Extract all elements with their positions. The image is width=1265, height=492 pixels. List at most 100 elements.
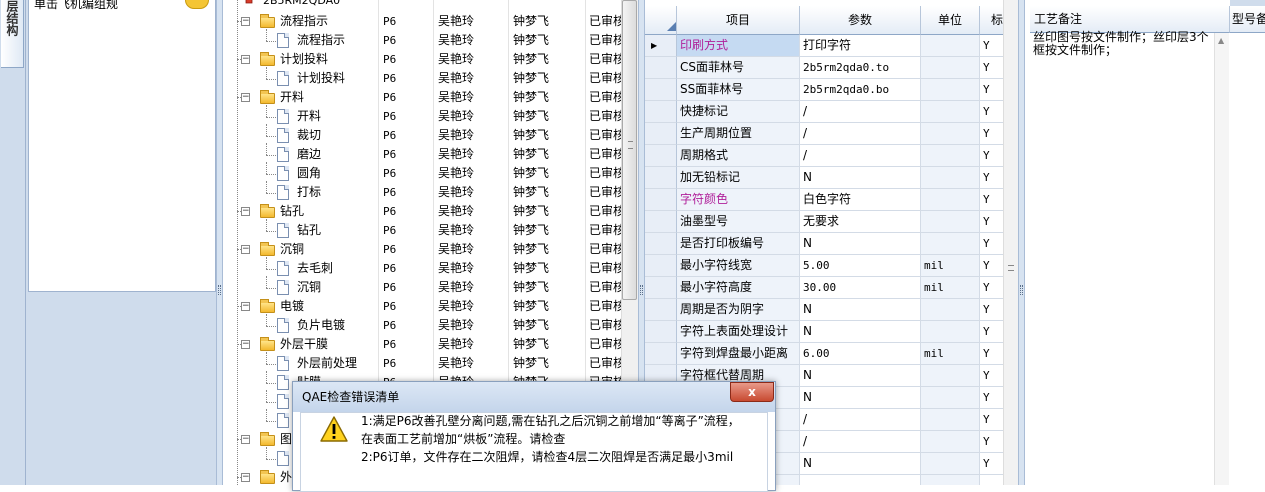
tree-folder-row[interactable]: − 流程指示 P6 吴艳玲 钟梦飞 已审核: [223, 12, 621, 31]
param-item-cell[interactable]: 是否打印板编号: [677, 233, 800, 255]
param-item-cell[interactable]: 字符到焊盘最小距离: [677, 343, 800, 365]
param-unit-cell[interactable]: [921, 189, 980, 211]
column-header-unit[interactable]: 单位: [921, 6, 980, 35]
param-item-cell[interactable]: 周期是否为阴字: [677, 299, 800, 321]
param-unit-cell[interactable]: [921, 57, 980, 79]
param-value-cell[interactable]: N: [800, 299, 921, 321]
param-value-cell[interactable]: N: [800, 453, 921, 475]
tree-step-row[interactable]: 外层前处理 P6 吴艳玲 钟梦飞 已审核: [223, 352, 621, 373]
tree-step-row[interactable]: 计划投料 P6 吴艳玲 钟梦飞 已审核: [223, 67, 621, 88]
tree-folder-row[interactable]: − 电镀 P6 吴艳玲 钟梦飞 已审核: [223, 297, 621, 316]
param-item-cell[interactable]: 快捷标记: [677, 101, 800, 123]
param-item-cell[interactable]: 油墨型号: [677, 211, 800, 233]
param-item-cell[interactable]: 字符颜色: [677, 189, 800, 211]
param-item-cell[interactable]: SS面菲林号: [677, 79, 800, 101]
row-indicator[interactable]: [645, 211, 677, 233]
row-indicator[interactable]: [645, 255, 677, 277]
param-unit-cell[interactable]: [921, 387, 980, 409]
param-row[interactable]: 快捷标记 / Y: [645, 101, 1015, 123]
param-unit-cell[interactable]: [921, 453, 980, 475]
collapse-icon[interactable]: −: [241, 473, 250, 482]
param-unit-cell[interactable]: [921, 145, 980, 167]
param-row[interactable]: 周期格式 / Y: [645, 145, 1015, 167]
row-indicator[interactable]: [645, 57, 677, 79]
tree-folder-row[interactable]: − 沉铜 P6 吴艳玲 钟梦飞 已审核: [223, 240, 621, 259]
param-value-cell[interactable]: 2b5rm2qda0.bo: [800, 79, 921, 101]
param-value-cell[interactable]: 无要求: [800, 211, 921, 233]
param-unit-cell[interactable]: [921, 431, 980, 453]
row-indicator[interactable]: [645, 79, 677, 101]
param-row[interactable]: 最小字符高度 30.00 mil Y: [645, 277, 1015, 299]
collapse-icon[interactable]: −: [241, 435, 250, 444]
dialog-close-button[interactable]: x: [730, 382, 774, 402]
collapse-icon[interactable]: −: [241, 93, 250, 102]
tree-step-row[interactable]: 流程指示 P6 吴艳玲 钟梦飞 已审核: [223, 29, 621, 50]
collapse-icon[interactable]: −: [241, 17, 250, 26]
param-value-cell[interactable]: /: [800, 123, 921, 145]
param-value-cell[interactable]: N: [800, 387, 921, 409]
collapse-icon[interactable]: −: [241, 245, 250, 254]
splitter-right[interactable]: [1018, 0, 1025, 485]
tree-step-row[interactable]: 磨边 P6 吴艳玲 钟梦飞 已审核: [223, 143, 621, 164]
param-value-cell[interactable]: N: [800, 365, 921, 387]
param-row[interactable]: ▶ 印刷方式 打印字符 Y: [645, 35, 1015, 57]
row-indicator[interactable]: [645, 167, 677, 189]
param-row[interactable]: 字符颜色 白色字符 Y: [645, 189, 1015, 211]
param-value-cell[interactable]: N: [800, 233, 921, 255]
tree-scrollbar-thumb[interactable]: [622, 0, 637, 300]
param-unit-cell[interactable]: [921, 123, 980, 145]
param-row[interactable]: 油墨型号 无要求 Y: [645, 211, 1015, 233]
tree-step-row[interactable]: 沉铜 P6 吴艳玲 钟梦飞 已审核: [223, 276, 621, 297]
param-unit-cell[interactable]: [921, 211, 980, 233]
param-value-cell[interactable]: /: [800, 409, 921, 431]
left-panel-item[interactable]: 单击飞机编组规: [34, 0, 184, 12]
param-item-cell[interactable]: 周期格式: [677, 145, 800, 167]
param-item-cell[interactable]: 印刷方式: [677, 35, 800, 57]
param-value-cell[interactable]: /: [800, 101, 921, 123]
param-value-cell[interactable]: [800, 475, 921, 485]
param-value-cell[interactable]: N: [800, 321, 921, 343]
params-vertical-scrollbar[interactable]: [1003, 0, 1018, 485]
tree-step-row[interactable]: 裁切 P6 吴艳玲 钟梦飞 已审核: [223, 124, 621, 145]
param-unit-cell[interactable]: mil: [921, 255, 980, 277]
collapse-icon[interactable]: −: [241, 302, 250, 311]
scroll-up-icon[interactable]: ▲: [1218, 36, 1224, 45]
param-item-cell[interactable]: CS面菲林号: [677, 57, 800, 79]
param-value-cell[interactable]: /: [800, 431, 921, 453]
param-unit-cell[interactable]: [921, 365, 980, 387]
param-unit-cell[interactable]: [921, 35, 980, 57]
tree-step-row[interactable]: 圆角 P6 吴艳玲 钟梦飞 已审核: [223, 162, 621, 183]
tree-step-row[interactable]: 负片电镀 P6 吴艳玲 钟梦飞 已审核: [223, 314, 621, 335]
collapse-icon[interactable]: −: [241, 340, 250, 349]
param-unit-cell[interactable]: [921, 475, 980, 485]
collapse-icon[interactable]: −: [241, 207, 250, 216]
param-item-cell[interactable]: 最小字符高度: [677, 277, 800, 299]
param-value-cell[interactable]: 30.00: [800, 277, 921, 299]
tree-root-row[interactable]: 2B5RM2QDA0: [223, 0, 621, 10]
tree-folder-row[interactable]: − 外层干膜 P6 吴艳玲 钟梦飞 已审核: [223, 335, 621, 354]
row-indicator[interactable]: [645, 123, 677, 145]
tree-step-row[interactable]: 开料 P6 吴艳玲 钟梦飞 已审核: [223, 105, 621, 126]
param-row[interactable]: 周期是否为阴字 N Y: [645, 299, 1015, 321]
param-value-cell[interactable]: 白色字符: [800, 189, 921, 211]
param-unit-cell[interactable]: [921, 79, 980, 101]
param-value-cell[interactable]: 5.00: [800, 255, 921, 277]
dialog-titlebar[interactable]: QAE检查错误清单 x: [293, 382, 775, 412]
tree-step-row[interactable]: 打标 P6 吴艳玲 钟梦飞 已审核: [223, 181, 621, 202]
column-header-param[interactable]: 参数: [800, 6, 921, 35]
row-indicator[interactable]: [645, 233, 677, 255]
tree-step-row[interactable]: 钻孔 P6 吴艳玲 钟梦飞 已审核: [223, 219, 621, 240]
param-value-cell[interactable]: /: [800, 145, 921, 167]
param-row[interactable]: SS面菲林号 2b5rm2qda0.bo Y: [645, 79, 1015, 101]
param-unit-cell[interactable]: [921, 299, 980, 321]
param-unit-cell[interactable]: [921, 321, 980, 343]
param-item-cell[interactable]: 字符上表面处理设计: [677, 321, 800, 343]
param-row[interactable]: 生产周期位置 / Y: [645, 123, 1015, 145]
splitter-left[interactable]: [216, 0, 223, 485]
param-unit-cell[interactable]: [921, 167, 980, 189]
param-unit-cell[interactable]: [921, 233, 980, 255]
row-indicator[interactable]: [645, 343, 677, 365]
param-unit-cell[interactable]: [921, 101, 980, 123]
collapse-icon[interactable]: −: [241, 55, 250, 64]
param-row[interactable]: CS面菲林号 2b5rm2qda0.to Y: [645, 57, 1015, 79]
